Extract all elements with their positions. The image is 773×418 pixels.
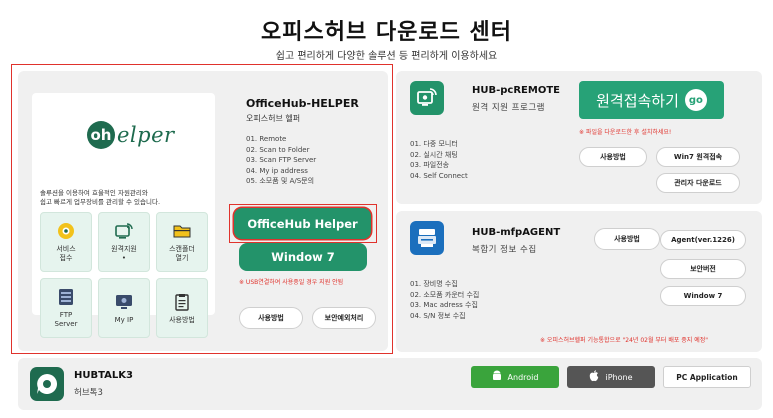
- hubtalk-subtitle: 허브톡3: [74, 388, 103, 398]
- mfp-usage-button[interactable]: 사용방법: [594, 228, 660, 250]
- feature-item: 03. Scan FTP Server: [246, 156, 317, 164]
- helper-tile-grid: 서비스 접수 원격지원 • 스캔폴더 열기 FTP Server My IP 사…: [40, 212, 208, 338]
- tile-label: 사용방법: [169, 315, 195, 324]
- android-icon: [492, 370, 502, 384]
- helper-preview-panel: oh elper 솔루션을 이용하여 효율적인 자원관리와 쉽고 빠르게 업무장…: [32, 93, 215, 338]
- android-download-button[interactable]: Android: [471, 366, 559, 388]
- apple-icon: [589, 369, 599, 385]
- pcremote-feature-list: 01. 다중 모니터 02. 실시간 채팅 03. 파일전송 04. Self …: [410, 139, 468, 181]
- helper-feature-list: 01. Remote 02. Scan to Folder 03. Scan F…: [246, 134, 316, 187]
- remote-connect-button[interactable]: 원격접속하기 go: [579, 81, 724, 119]
- helper-desc-line1: 솔루션을 이용하여 효율적인 자원관리와: [40, 189, 148, 197]
- pcremote-subtitle: 원격 지원 프로그램: [472, 103, 545, 113]
- helper-usage-button[interactable]: 사용방법: [239, 307, 303, 329]
- helper-logo-text: elper: [117, 123, 175, 147]
- feature-item: 02. Scan to Folder: [246, 145, 310, 154]
- iphone-download-button[interactable]: iPhone: [567, 366, 655, 388]
- tile-service-request[interactable]: 서비스 접수: [40, 212, 92, 272]
- hubtalk-title: HUBTALK3: [74, 370, 133, 381]
- mfp-security-version-button[interactable]: 보안버전: [660, 259, 746, 279]
- tile-my-ip[interactable]: My IP: [98, 278, 150, 338]
- feature-item: 02. 실시간 채팅: [410, 150, 458, 159]
- hubtalk-card: HUBTALK3 허브톡3 Android iPhone PC Applicat…: [18, 358, 762, 410]
- android-label: Android: [507, 372, 539, 382]
- mfpagent-card: HUB-mfpAGENT 복합기 정보 수집 01. 장비명 수집 02. 소모…: [396, 211, 762, 352]
- helper-window7-download-button[interactable]: Window 7: [239, 243, 367, 271]
- helper-usb-note: ※ USB연결하여 사용중일 경우 지원 안됨: [239, 279, 344, 286]
- pcremote-title: HUB-pcREMOTE: [472, 85, 560, 96]
- go-icon: go: [684, 89, 707, 111]
- iphone-label: iPhone: [605, 372, 633, 382]
- tile-usage-guide[interactable]: 사용방법: [156, 278, 208, 338]
- helper-desc-line2: 쉽고 빠르게 업무장비를 관리할 수 있습니다.: [40, 198, 161, 206]
- remote-install-note: ※ 파일을 다운로드한 후 설치하세요!: [579, 129, 672, 136]
- mfpagent-feature-list: 01. 장비명 수집 02. 소모품 카운터 수집 03. Mac adress…: [410, 279, 479, 321]
- helper-title: OfficeHub-HELPER: [246, 97, 359, 110]
- feature-item: 01. 다중 모니터: [410, 140, 458, 148]
- officehub-helper-download-button[interactable]: OfficeHub Helper: [234, 208, 371, 239]
- helper-description: 솔루션을 이용하여 효율적인 자원관리와 쉽고 빠르게 업무장비를 관리할 수 …: [40, 189, 210, 207]
- tile-label: 스캔폴더 열기: [169, 245, 195, 262]
- mfpagent-subtitle: 복합기 정보 수집: [472, 245, 537, 255]
- feature-item: 03. Mac adress 수집: [410, 301, 478, 309]
- mfpagent-title: HUB-mfpAGENT: [472, 227, 561, 238]
- mfp-window7-button[interactable]: Window 7: [660, 286, 746, 306]
- mfp-deprecation-note: ※ 오피스허브헬퍼 기능통합으로 "24년 02월 부터 배포 중지 예정": [540, 337, 709, 344]
- remote-icon: [114, 221, 134, 241]
- remote-admin-download-button[interactable]: 관리자 다운로드: [656, 173, 740, 193]
- helper-security-exception-button[interactable]: 보안예외처리: [312, 307, 376, 329]
- my-ip-icon: [114, 292, 134, 312]
- helper-logo-mark: oh: [87, 121, 115, 149]
- remote-win7-connect-button[interactable]: Win7 원격접속: [656, 147, 740, 167]
- helper-card: oh elper 솔루션을 이용하여 효율적인 자원관리와 쉽고 빠르게 업무장…: [18, 71, 388, 351]
- tile-label: FTP Server: [54, 311, 78, 328]
- feature-item: 04. S/N 정보 수집: [410, 311, 466, 320]
- remote-connect-label: 원격접속하기: [596, 91, 679, 110]
- hubtalk-logo-icon: [30, 367, 64, 401]
- pcremote-card: HUB-pcREMOTE 원격 지원 프로그램 01. 다중 모니터 02. 실…: [396, 71, 762, 204]
- tile-remote-support[interactable]: 원격지원 •: [98, 212, 150, 272]
- feature-item: 01. 장비명 수집: [410, 280, 458, 288]
- mfp-agent-download-button[interactable]: Agent(ver.1226): [660, 230, 746, 250]
- feature-item: 03. 파일전송: [410, 161, 450, 169]
- helper-logo: oh elper: [87, 121, 175, 149]
- feature-item: 01. Remote: [246, 135, 287, 143]
- remote-usage-button[interactable]: 사용방법: [579, 147, 647, 167]
- gear-icon: [56, 221, 76, 241]
- folder-icon: [172, 221, 192, 241]
- ftp-server-icon: [56, 287, 76, 307]
- clipboard-icon: [172, 292, 192, 312]
- page-subtitle: 쉽고 편리하게 다양한 솔루션 등 편리하게 이용하세요: [275, 51, 498, 62]
- feature-item: 04. Self Connect: [410, 171, 468, 180]
- tile-label: 서비스 접수: [56, 245, 76, 262]
- tile-open-scan-folder[interactable]: 스캔폴더 열기: [156, 212, 208, 272]
- helper-subtitle: 오피스허브 헬퍼: [246, 114, 301, 123]
- tile-label: 원격지원 •: [111, 245, 137, 262]
- feature-item: 05. 소모품 및 A/S문의: [246, 177, 315, 185]
- pc-application-download-button[interactable]: PC Application: [663, 366, 751, 388]
- page-title: 오피스허브 다운로드 센터: [261, 20, 512, 45]
- feature-item: 02. 소모품 카운터 수집: [410, 290, 480, 299]
- remote-monitor-icon: [410, 81, 444, 115]
- tile-label: My IP: [114, 315, 134, 324]
- printer-icon: [410, 221, 444, 255]
- tile-ftp-server[interactable]: FTP Server: [40, 278, 92, 338]
- feature-item: 04. My ip address: [246, 166, 308, 175]
